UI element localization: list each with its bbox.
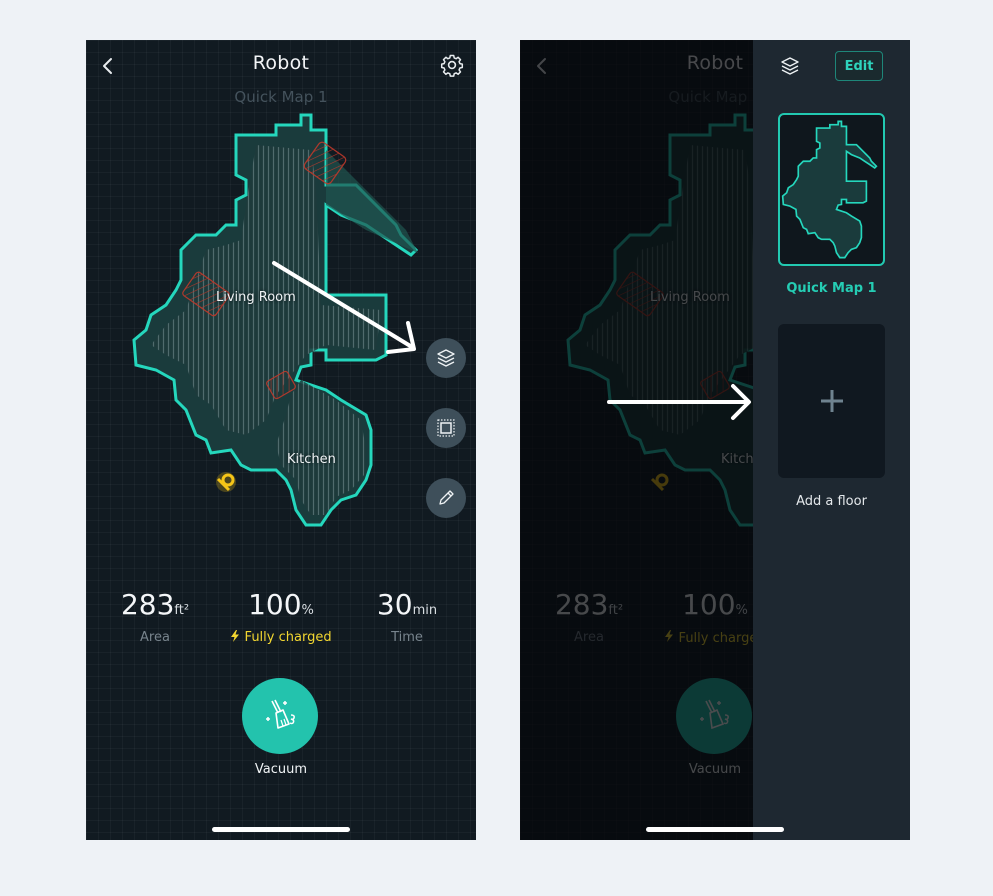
add-floor-button[interactable] bbox=[778, 324, 885, 478]
map-thumbnail bbox=[781, 120, 878, 259]
stat-time: 30min Time bbox=[342, 588, 472, 645]
stat-area-unit: ft² bbox=[174, 603, 190, 618]
map-card-quick-map-1[interactable] bbox=[778, 113, 885, 266]
add-floor-label: Add a floor bbox=[796, 494, 867, 509]
pencil-icon bbox=[439, 490, 454, 505]
select-area-button[interactable] bbox=[426, 408, 466, 448]
robot-screen: Robot Quick Map 1 Living Room Kitchen 28… bbox=[86, 40, 476, 840]
layers-icon bbox=[781, 57, 799, 75]
home-indicator[interactable] bbox=[212, 827, 350, 832]
room-label-living-room[interactable]: Living Room bbox=[216, 290, 296, 305]
layers-button[interactable] bbox=[426, 338, 466, 378]
robot-dock-icon bbox=[216, 472, 236, 492]
floor-map[interactable] bbox=[126, 105, 436, 535]
page-title: Robot bbox=[252, 52, 310, 74]
stat-area-value: 283 bbox=[120, 588, 175, 621]
stat-battery-unit: % bbox=[301, 603, 314, 618]
lightning-icon bbox=[231, 630, 240, 642]
stat-area: 283ft² Area bbox=[90, 588, 220, 645]
stats-bar: 283ft² Area 100% Fully charged 30min Tim… bbox=[86, 588, 476, 648]
stat-battery-label: Fully charged bbox=[244, 630, 332, 645]
stat-time-value: 30 bbox=[376, 588, 413, 621]
vacuum-label: Vacuum bbox=[254, 762, 308, 777]
gear-icon bbox=[440, 54, 464, 77]
top-bar: Robot bbox=[86, 40, 476, 92]
room-label-kitchen[interactable]: Kitchen bbox=[287, 452, 336, 467]
stat-time-label: Time bbox=[391, 630, 423, 645]
stat-battery-value: 100 bbox=[248, 588, 302, 621]
stat-time-unit: min bbox=[412, 603, 438, 618]
home-indicator[interactable] bbox=[646, 827, 784, 832]
map-name: Quick Map 1 bbox=[234, 88, 328, 106]
stat-area-label: Area bbox=[140, 630, 170, 645]
layers-icon bbox=[437, 349, 455, 367]
robot-screen-floors-drawer: Robot Quick Map 1 Living Room Kitchen 28… bbox=[520, 40, 910, 840]
select-area-icon bbox=[437, 419, 455, 437]
edit-button[interactable]: Edit bbox=[835, 51, 883, 81]
edit-map-button[interactable] bbox=[426, 478, 466, 518]
floors-drawer: Edit Quick Map 1 Add a floor bbox=[753, 40, 910, 840]
settings-button[interactable] bbox=[440, 53, 464, 77]
vacuum-button[interactable] bbox=[242, 678, 318, 754]
plus-icon bbox=[820, 390, 843, 412]
broom-icon bbox=[266, 699, 295, 729]
stat-battery: 100% Fully charged bbox=[216, 588, 346, 645]
map-card-label[interactable]: Quick Map 1 bbox=[753, 281, 910, 296]
